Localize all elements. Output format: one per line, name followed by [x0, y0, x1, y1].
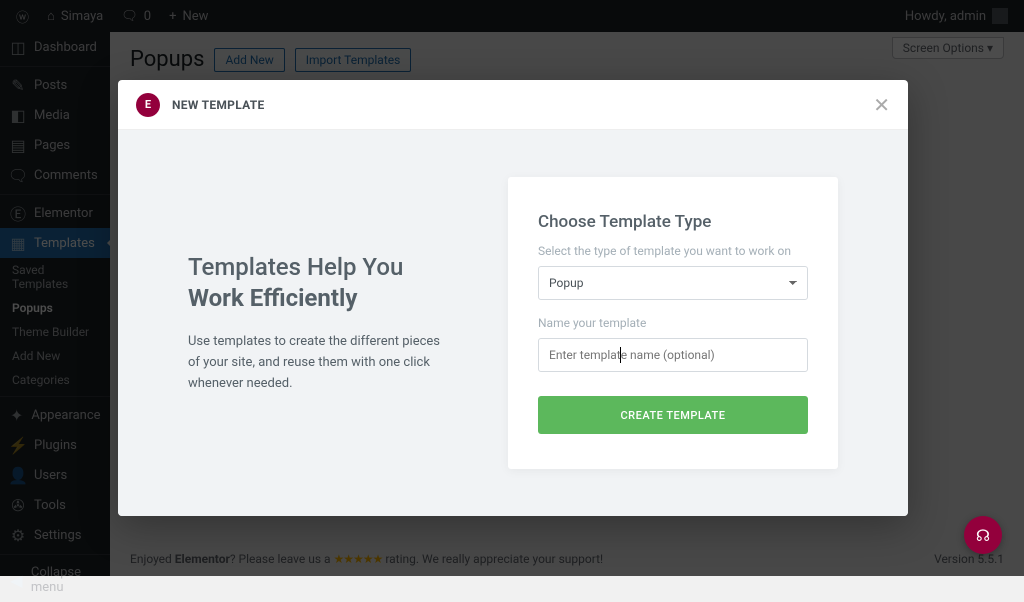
headset-icon: ☊: [976, 526, 990, 545]
intro-heading: Templates Help You Work Efficiently: [188, 252, 448, 314]
form-title: Choose Template Type: [538, 212, 808, 232]
new-template-modal: E NEW TEMPLATE ✕ Templates Help You Work…: [118, 80, 908, 516]
create-template-button[interactable]: CREATE TEMPLATE: [538, 396, 808, 434]
modal-header: E NEW TEMPLATE ✕: [118, 80, 908, 130]
close-icon[interactable]: ✕: [873, 93, 890, 117]
text-cursor: [620, 347, 621, 363]
modal-title: NEW TEMPLATE: [172, 98, 265, 112]
template-name-input[interactable]: [538, 338, 808, 372]
name-label: Name your template: [538, 316, 808, 330]
modal-title-wrap: E NEW TEMPLATE: [136, 93, 265, 117]
template-type-select[interactable]: Popup: [538, 266, 808, 300]
template-form: Choose Template Type Select the type of …: [508, 177, 838, 469]
elementor-logo-icon: E: [136, 93, 160, 117]
help-fab[interactable]: ☊: [964, 516, 1002, 554]
type-label: Select the type of template you want to …: [538, 244, 808, 258]
modal-body: Templates Help You Work Efficiently Use …: [118, 130, 908, 516]
intro-body: Use templates to create the different pi…: [188, 332, 448, 394]
modal-intro: Templates Help You Work Efficiently Use …: [188, 252, 448, 395]
